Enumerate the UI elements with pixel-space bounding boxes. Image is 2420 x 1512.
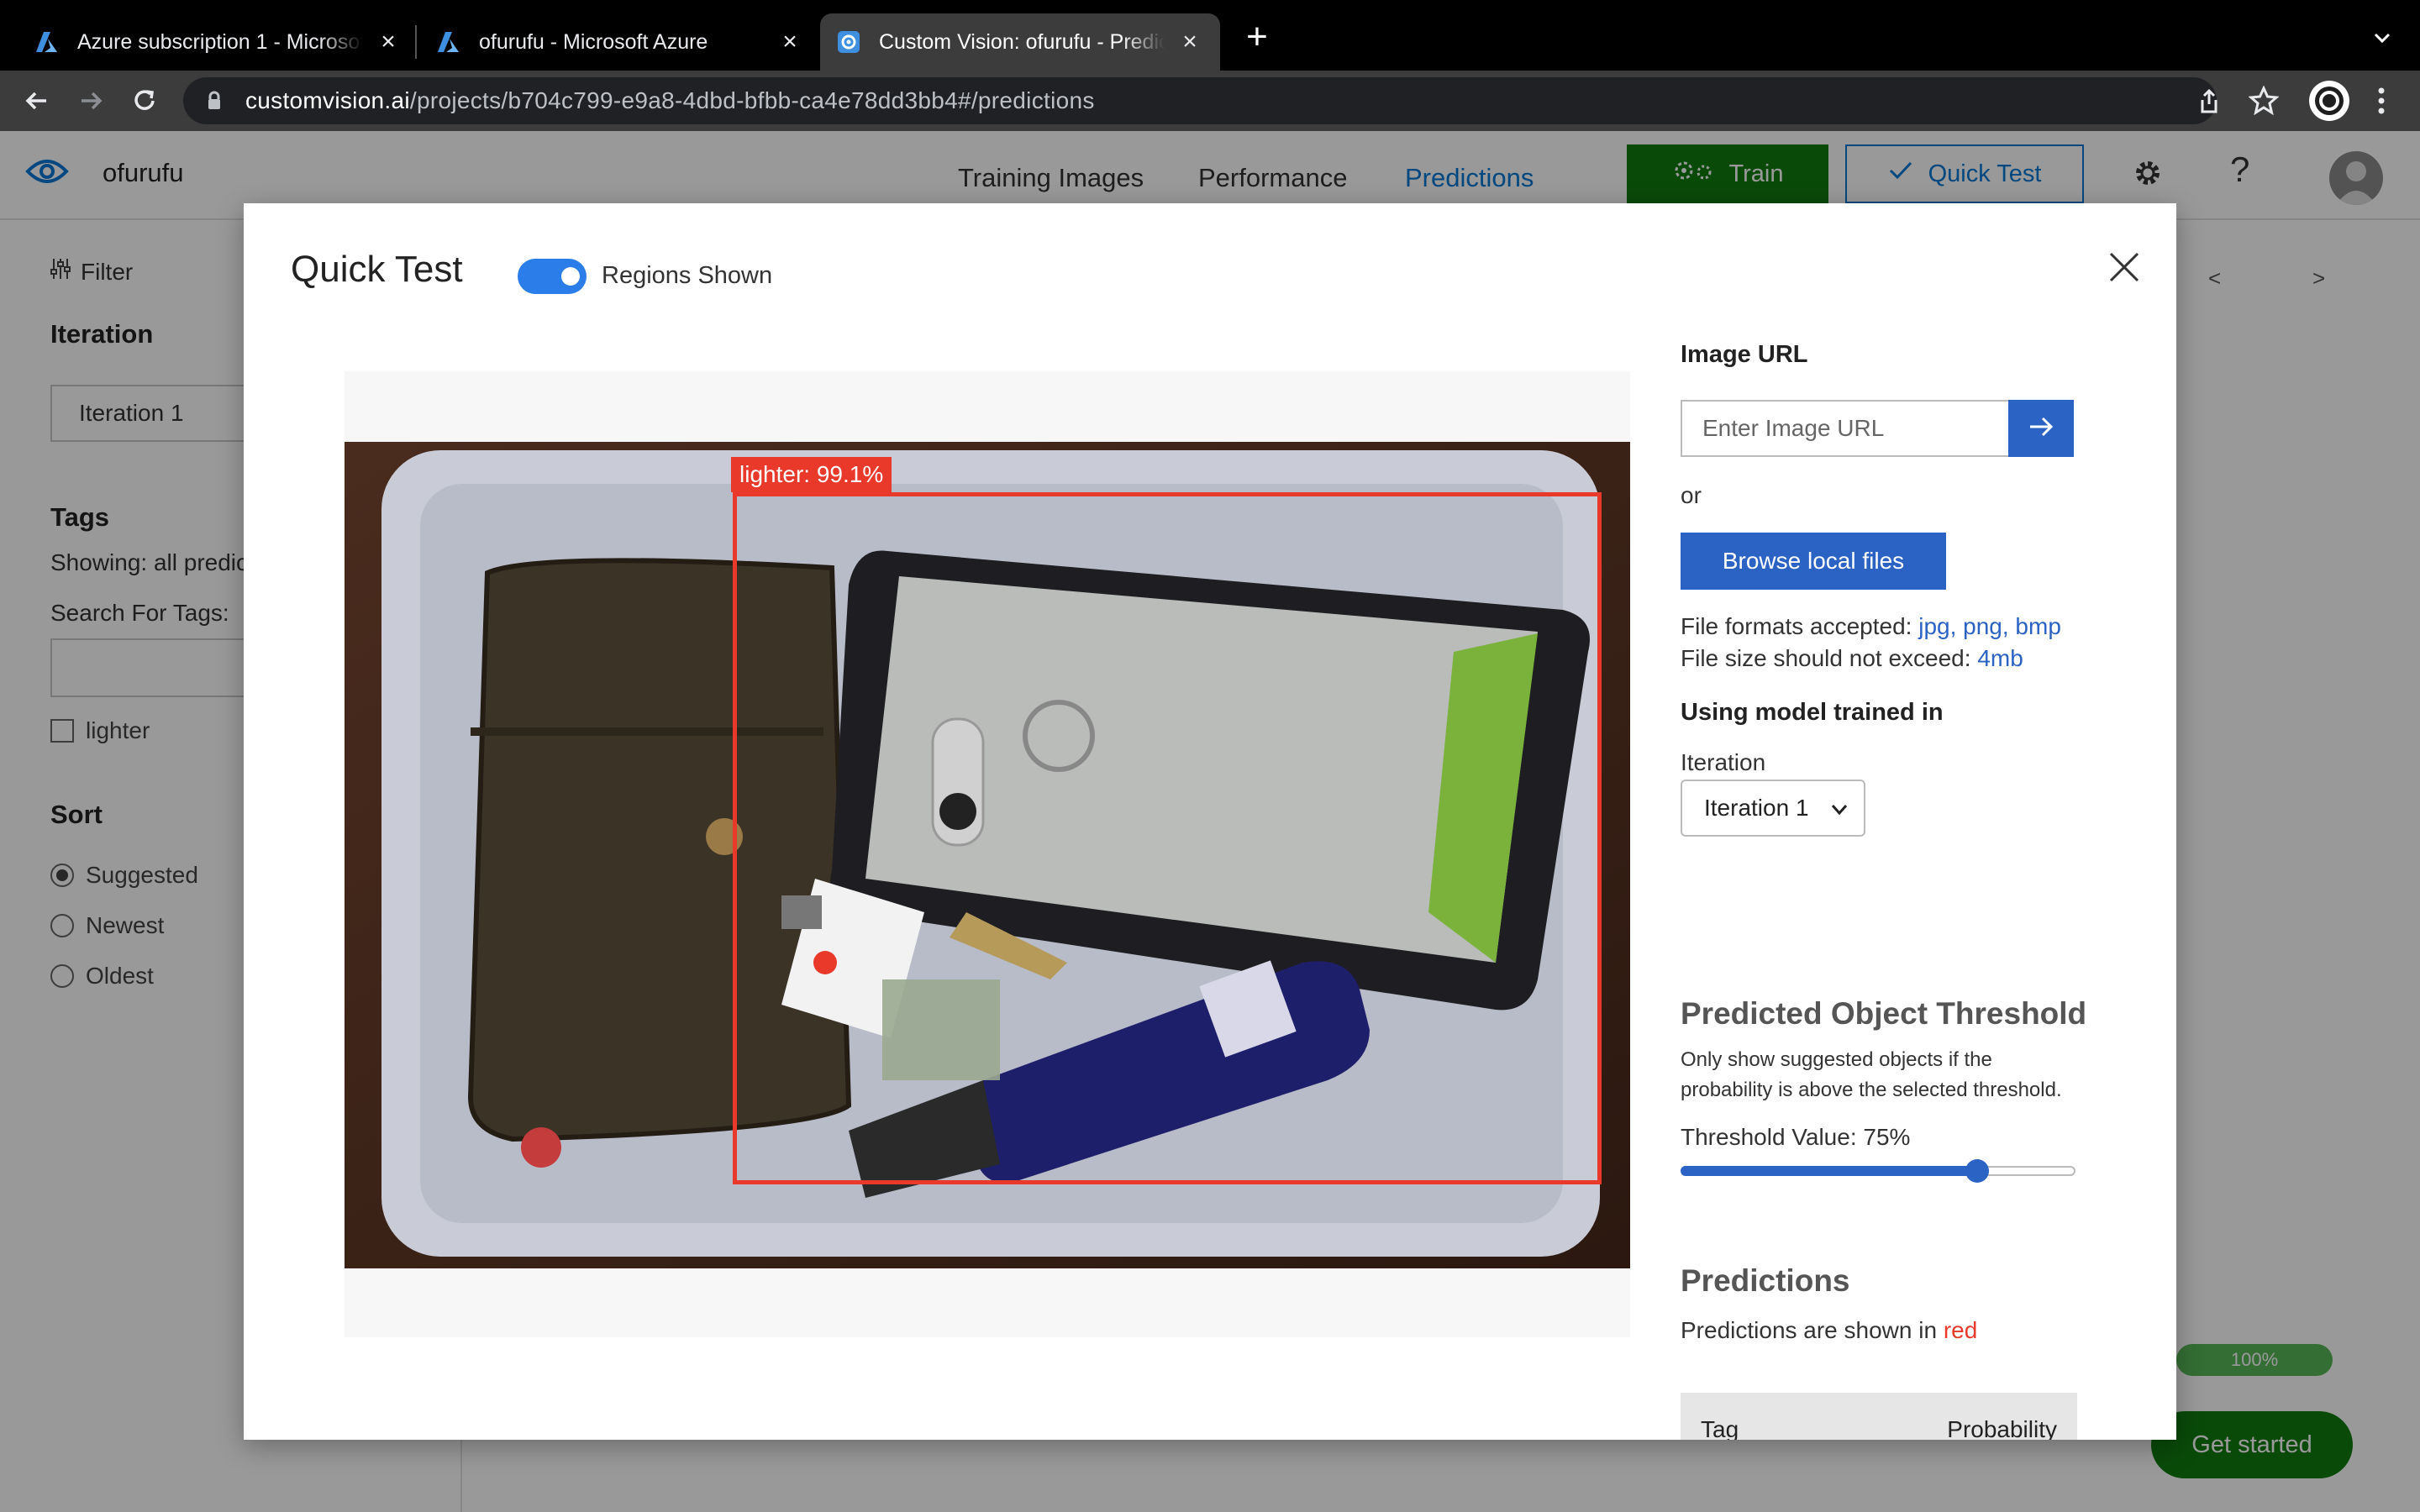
- threshold-description: Only show suggested objects if the proba…: [1681, 1048, 2062, 1101]
- iteration-dropdown[interactable]: Iteration 1: [1681, 780, 1865, 837]
- iteration-label: Iteration: [1681, 749, 1766, 775]
- forward-icon[interactable]: [71, 81, 111, 121]
- close-tab-icon[interactable]: ×: [375, 28, 402, 56]
- column-header-probability[interactable]: Probability: [1947, 1416, 2057, 1440]
- arrow-right-icon: [2028, 415, 2054, 443]
- close-tab-icon[interactable]: ×: [1176, 28, 1203, 56]
- model-heading: Using model trained in: [1681, 699, 1944, 726]
- threshold-heading: Predicted Object Threshold: [1681, 996, 2087, 1031]
- predictions-table-header: Tag Probability: [1681, 1393, 2077, 1440]
- predictions-heading: Predictions: [1681, 1263, 1850, 1298]
- browser-tab[interactable]: ofurufu - Microsoft Azure ×: [402, 13, 803, 71]
- new-tab-icon[interactable]: +: [1240, 18, 1274, 55]
- file-formats-values: jpg, png, bmp: [1918, 613, 2061, 639]
- back-icon[interactable]: [17, 81, 57, 121]
- tab-title: Azure subscription 1 - Microsoft Azure: [77, 29, 363, 54]
- threshold-value-label: Threshold Value: 75%: [1681, 1124, 1911, 1150]
- share-icon[interactable]: [2195, 87, 2223, 116]
- reload-icon[interactable]: [124, 81, 165, 121]
- tab-title: ofurufu - Microsoft Azure: [479, 29, 708, 54]
- predictions-color-word: red: [1943, 1317, 1978, 1343]
- quick-test-dialog: Quick Test Regions Shown lighter: 99.1% …: [244, 203, 2176, 1440]
- chevron-down-icon: [1831, 795, 1848, 822]
- bounding-box-label: lighter: 99.1%: [731, 457, 892, 492]
- lock-icon: [202, 88, 227, 113]
- file-size-text: File size should not exceed: 4mb: [1681, 645, 2023, 671]
- file-size-value: 4mb: [1977, 645, 2023, 671]
- browser-tab[interactable]: Azure subscription 1 - Microsoft Azure ×: [0, 13, 402, 71]
- bounding-box[interactable]: [733, 492, 1602, 1184]
- custom-vision-icon: [835, 29, 862, 55]
- browser-toolbar: customvision.ai/projects/b704c799-e9a8-4…: [0, 71, 2420, 131]
- close-tab-icon[interactable]: ×: [776, 28, 803, 56]
- image-url-input[interactable]: Enter Image URL: [1681, 400, 2010, 457]
- close-icon[interactable]: [2107, 250, 2141, 284]
- threshold-slider[interactable]: [1681, 1159, 2075, 1183]
- dialog-title: Quick Test: [291, 249, 463, 290]
- profile-icon[interactable]: [2309, 81, 2349, 121]
- browser-tab-active[interactable]: Custom Vision: ofurufu - Predictions ×: [820, 13, 1220, 71]
- test-image: lighter: 99.1%: [345, 442, 1630, 1268]
- iteration-dropdown-value: Iteration 1: [1704, 795, 1809, 821]
- chevron-down-icon[interactable]: [2370, 25, 2395, 50]
- toggle-knob: [561, 267, 580, 286]
- regions-shown-label: Regions Shown: [602, 262, 773, 289]
- tab-title: Custom Vision: ofurufu - Predictions: [879, 29, 1165, 54]
- browse-local-files-button[interactable]: Browse local files: [1681, 533, 1946, 590]
- bookmark-star-icon[interactable]: [2248, 85, 2280, 116]
- more-menu-icon[interactable]: [2371, 82, 2391, 119]
- file-formats-text: File formats accepted: jpg, png, bmp: [1681, 613, 2061, 639]
- predictions-color-note: Predictions are shown in red: [1681, 1317, 1978, 1343]
- image-url-heading: Image URL: [1681, 341, 1808, 368]
- url-text: customvision.ai/projects/b704c799-e9a8-4…: [245, 87, 1095, 113]
- or-text: or: [1681, 482, 1702, 508]
- address-bar[interactable]: customvision.ai/projects/b704c799-e9a8-4…: [183, 77, 2217, 124]
- submit-url-button[interactable]: [2008, 400, 2074, 457]
- regions-shown-toggle[interactable]: [518, 259, 587, 294]
- slider-thumb[interactable]: [1965, 1159, 1989, 1183]
- slider-fill: [1681, 1166, 1977, 1176]
- azure-icon: [34, 29, 60, 55]
- azure-icon: [435, 29, 462, 55]
- column-header-tag[interactable]: Tag: [1701, 1416, 1739, 1440]
- browser-tab-bar: Azure subscription 1 - Microsoft Azure ×…: [0, 0, 2420, 71]
- image-preview: lighter: 99.1%: [345, 371, 1630, 1337]
